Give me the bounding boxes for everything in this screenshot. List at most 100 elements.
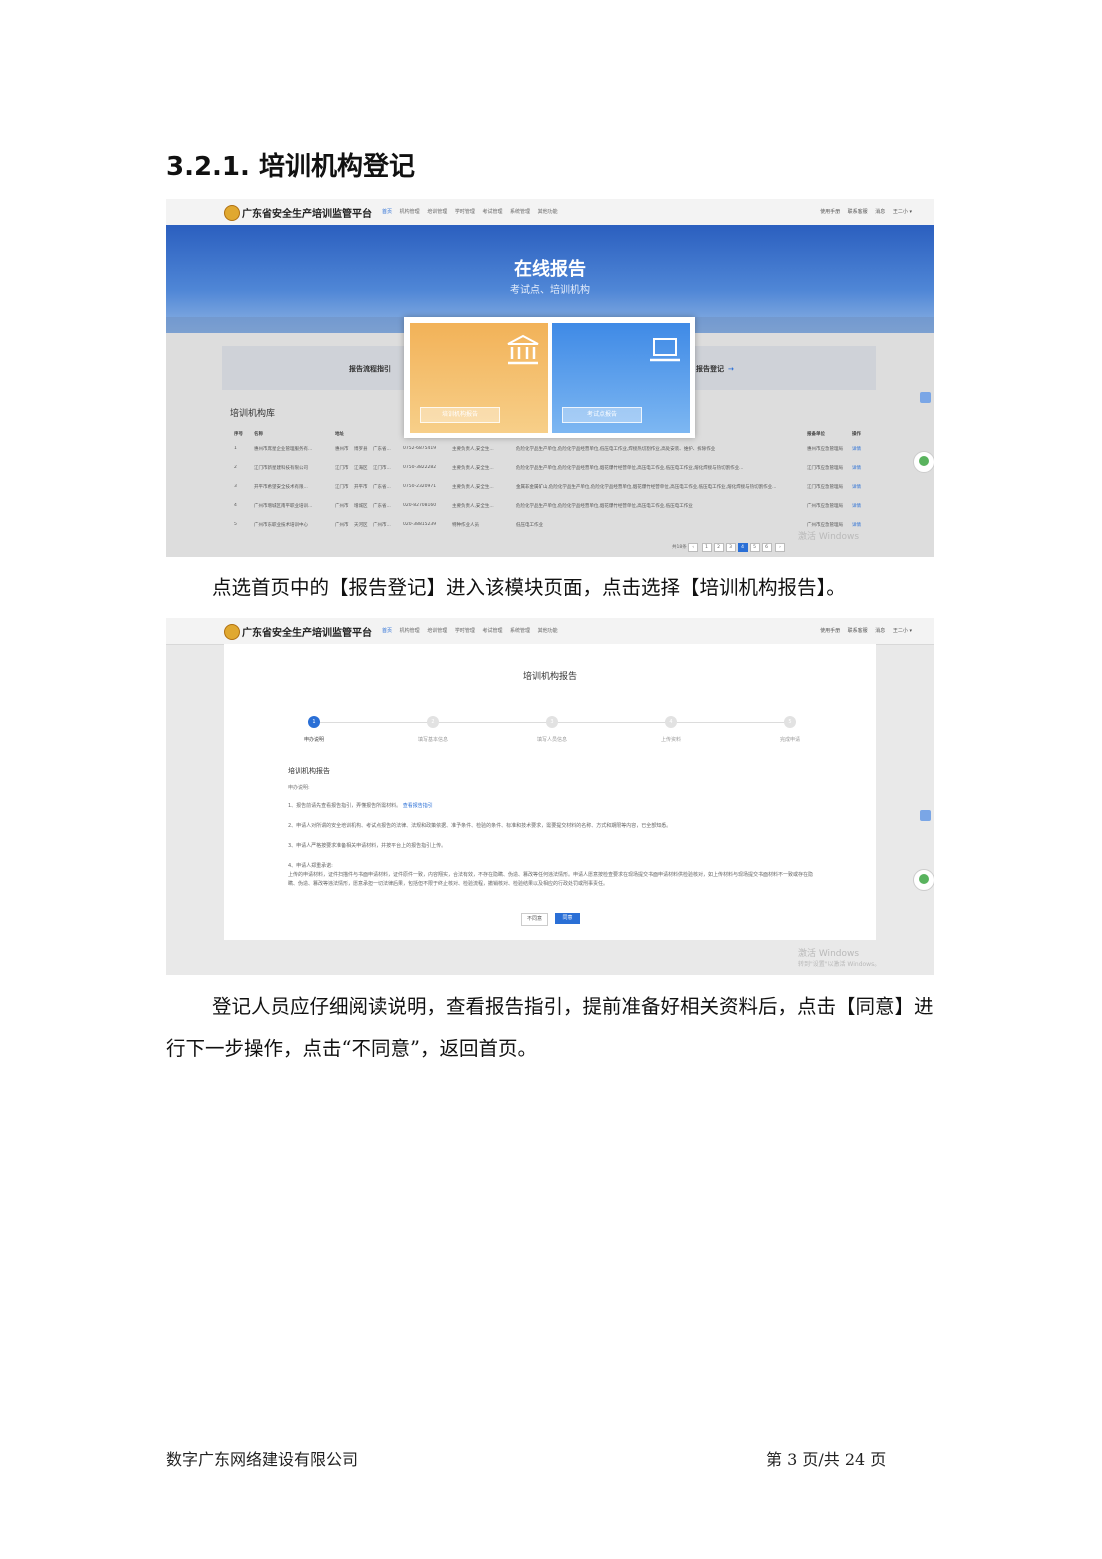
step-3: 3 填写人员信息 [512,716,592,743]
report-register-link[interactable]: 报告登记 → [696,364,734,374]
nav-item-training[interactable]: 培训管理 [427,209,447,215]
nav-item-home[interactable]: 首页 [382,628,392,634]
nav-item-training[interactable]: 培训管理 [427,628,447,634]
screenshot-report-form: 广东省安全生产培训监管平台 首页 机构管理 培训管理 学时管理 考试管理 系统管… [166,618,934,975]
side-float-button[interactable] [920,810,931,821]
user-menu[interactable]: 王二小 ▾ [893,628,912,634]
pager-prev[interactable]: ‹ [688,543,699,552]
windows-watermark-sub: 转到"设置"以激活 Windows。 [798,961,881,968]
table-cell: 低压电工作业 [516,523,543,528]
table-row: 2 江门市新星建科技有限公司 江门市 江海区 江门市... 0750-3822282 主要负… [230,459,870,478]
step-dot: 1 [308,716,320,728]
pager-total: 共18条 [672,545,687,550]
table-cell: 开平市 [354,485,368,490]
step-dot: 2 [427,716,439,728]
training-institution-report-button[interactable]: 培训机构报告 [420,407,500,423]
nav-item-hours[interactable]: 学时管理 [455,209,475,215]
table-cell: 惠州市应急管理局 [807,447,843,452]
nav-item-institution[interactable]: 机构管理 [400,209,420,215]
exam-site-card[interactable]: 考试点报告 [552,323,690,433]
table-cell: 广州市 [335,504,349,509]
top-bar: 广东省安全生产培训监管平台 首页 机构管理 培训管理 学时管理 考试管理 系统管… [166,618,934,645]
manual-link[interactable]: 使用手册 [820,628,840,634]
step-label: 填写人员信息 [536,737,567,743]
disagree-button[interactable]: 不同意 [521,913,548,926]
table-row: 3 开平市希望安全技术有限... 江门市 开平市 广东省... 0750-2320971 主… [230,478,870,497]
table-cell: 广州市... [373,523,391,528]
nav-item-system[interactable]: 系统管理 [510,628,530,634]
pager-page[interactable]: 4 [737,543,748,552]
col-action: 操作 [852,432,861,437]
detail-link[interactable]: 详情 [852,522,866,528]
nav-item-other[interactable]: 其他功能 [538,209,558,215]
table-cell: 广东省... [373,504,391,509]
training-institution-card[interactable]: 培训机构报告 [410,323,548,433]
messages-link[interactable]: 消息 [875,628,885,634]
table-cell: 江门市 [335,485,349,490]
table-cell: 特种作业人员 [452,523,479,528]
step-4: 4 上传资料 [631,716,711,743]
report-guide-link[interactable]: 报告流程指引 [349,364,391,374]
support-link[interactable]: 联系客服 [848,209,868,215]
user-area: 使用手册 联系客服 消息 王二小 ▾ [814,208,912,215]
nav-item-hours[interactable]: 学时管理 [455,628,475,634]
stepper: 1 申办说明 2 填写基本信息 3 填写人员信息 4 上传资料 5 完成申请 [224,716,876,756]
form-title: 培训机构报告 [522,672,577,682]
pager-page[interactable]: 6 [761,543,772,552]
pager-page[interactable]: 1 [701,543,712,552]
table-cell: 主要负责人,安全生... [452,504,494,509]
nav-item-other[interactable]: 其他功能 [538,628,558,634]
detail-link[interactable]: 详情 [852,446,866,452]
detail-link[interactable]: 详情 [852,503,866,509]
nav-item-exam[interactable]: 考试管理 [482,628,502,634]
col-address: 地址 [335,432,344,437]
nav-item-exam[interactable]: 考试管理 [482,209,502,215]
support-link[interactable]: 联系客服 [848,628,868,634]
instruction-text: 1、报告前请先查看报告指引，弄懂报告所需材料。 [288,803,402,809]
table-cell: 主要负责人,安全生... [452,466,494,471]
instruction-item-3: 3、申请人严格按要求准备相关申请材料，并按平台上的报告指引上传。 [288,843,447,849]
pager-page[interactable]: 2 [713,543,724,552]
bank-building-icon [507,334,539,365]
windows-watermark: 激活 Windows [798,949,860,959]
table-cell: 020-38815239 [403,522,437,527]
report-guide-link[interactable]: 查看报告指引 [403,803,433,809]
table-cell: 金属非金属矿山,危险化学品生产单位,危险化学品经营单位,烟花爆竹经营单位,高压电… [516,485,777,490]
section-heading: 培训机构报告 [288,767,330,775]
instruction-item-4: 4、申请人郑重承诺: 上传的申请材料，证件扫描件与书面申请材料，证件原件一致，内… [288,863,814,887]
pagination: 共18条 ‹ 123456 › [672,543,787,552]
assistant-float-icon[interactable] [913,451,934,473]
table-cell: 江门市新星建科技有限公司 [254,466,308,471]
table-cell: 危险化学品生产单位,危险化学品经营单位,烟花爆竹经营单位,高压电工作业,低压电工… [516,466,744,471]
nav-item-institution[interactable]: 机构管理 [400,628,420,634]
agree-button[interactable]: 同意 [555,913,580,924]
user-area: 使用手册 联系客服 消息 王二小 ▾ [814,627,912,634]
side-float-button[interactable] [920,392,931,403]
user-menu[interactable]: 王二小 ▾ [893,209,912,215]
step-label: 完成申请 [779,737,800,743]
step-dot: 4 [665,716,677,728]
report-type-modal: 培训机构报告 考试点报告 [404,317,695,438]
detail-link[interactable]: 详情 [852,484,866,490]
table-cell: 开平市希望安全技术有限... [254,485,308,490]
exam-site-report-button[interactable]: 考试点报告 [562,407,642,423]
manual-link[interactable]: 使用手册 [820,209,840,215]
pager-next[interactable]: › [775,543,786,552]
table-cell: 危险化学品生产单位,危险化学品经营单位,低压电工作业,焊接热切割作业,高处安装、… [516,447,716,452]
messages-link[interactable]: 消息 [875,209,885,215]
banner-subtitle: 考试点、培训机构 [510,285,590,296]
nav-item-system[interactable]: 系统管理 [510,209,530,215]
pager-page[interactable]: 5 [749,543,760,552]
arrow-right-icon: → [728,365,734,373]
section-heading: 3.2.1. 培训机构登记 [166,152,415,182]
top-bar: 广东省安全生产培训监管平台 首页 机构管理 培训管理 学时管理 考试管理 系统管… [166,199,934,226]
table-cell: 惠州市 [335,447,349,452]
pager-page[interactable]: 3 [725,543,736,552]
step-5: 5 完成申请 [750,716,830,743]
paragraph-2: 登记人员应仔细阅读说明，查看报告指引，提前准备好相关资料后，点击【同意】进行下一… [166,995,934,1060]
detail-link[interactable]: 详情 [852,465,866,471]
table-cell: 广州市应急管理局 [807,523,843,528]
assistant-float-icon[interactable] [913,869,934,891]
screenshot-online-report: 广东省安全生产培训监管平台 首页 机构管理 培训管理 学时管理 考试管理 系统管… [166,199,934,557]
nav-item-home[interactable]: 首页 [382,209,392,215]
